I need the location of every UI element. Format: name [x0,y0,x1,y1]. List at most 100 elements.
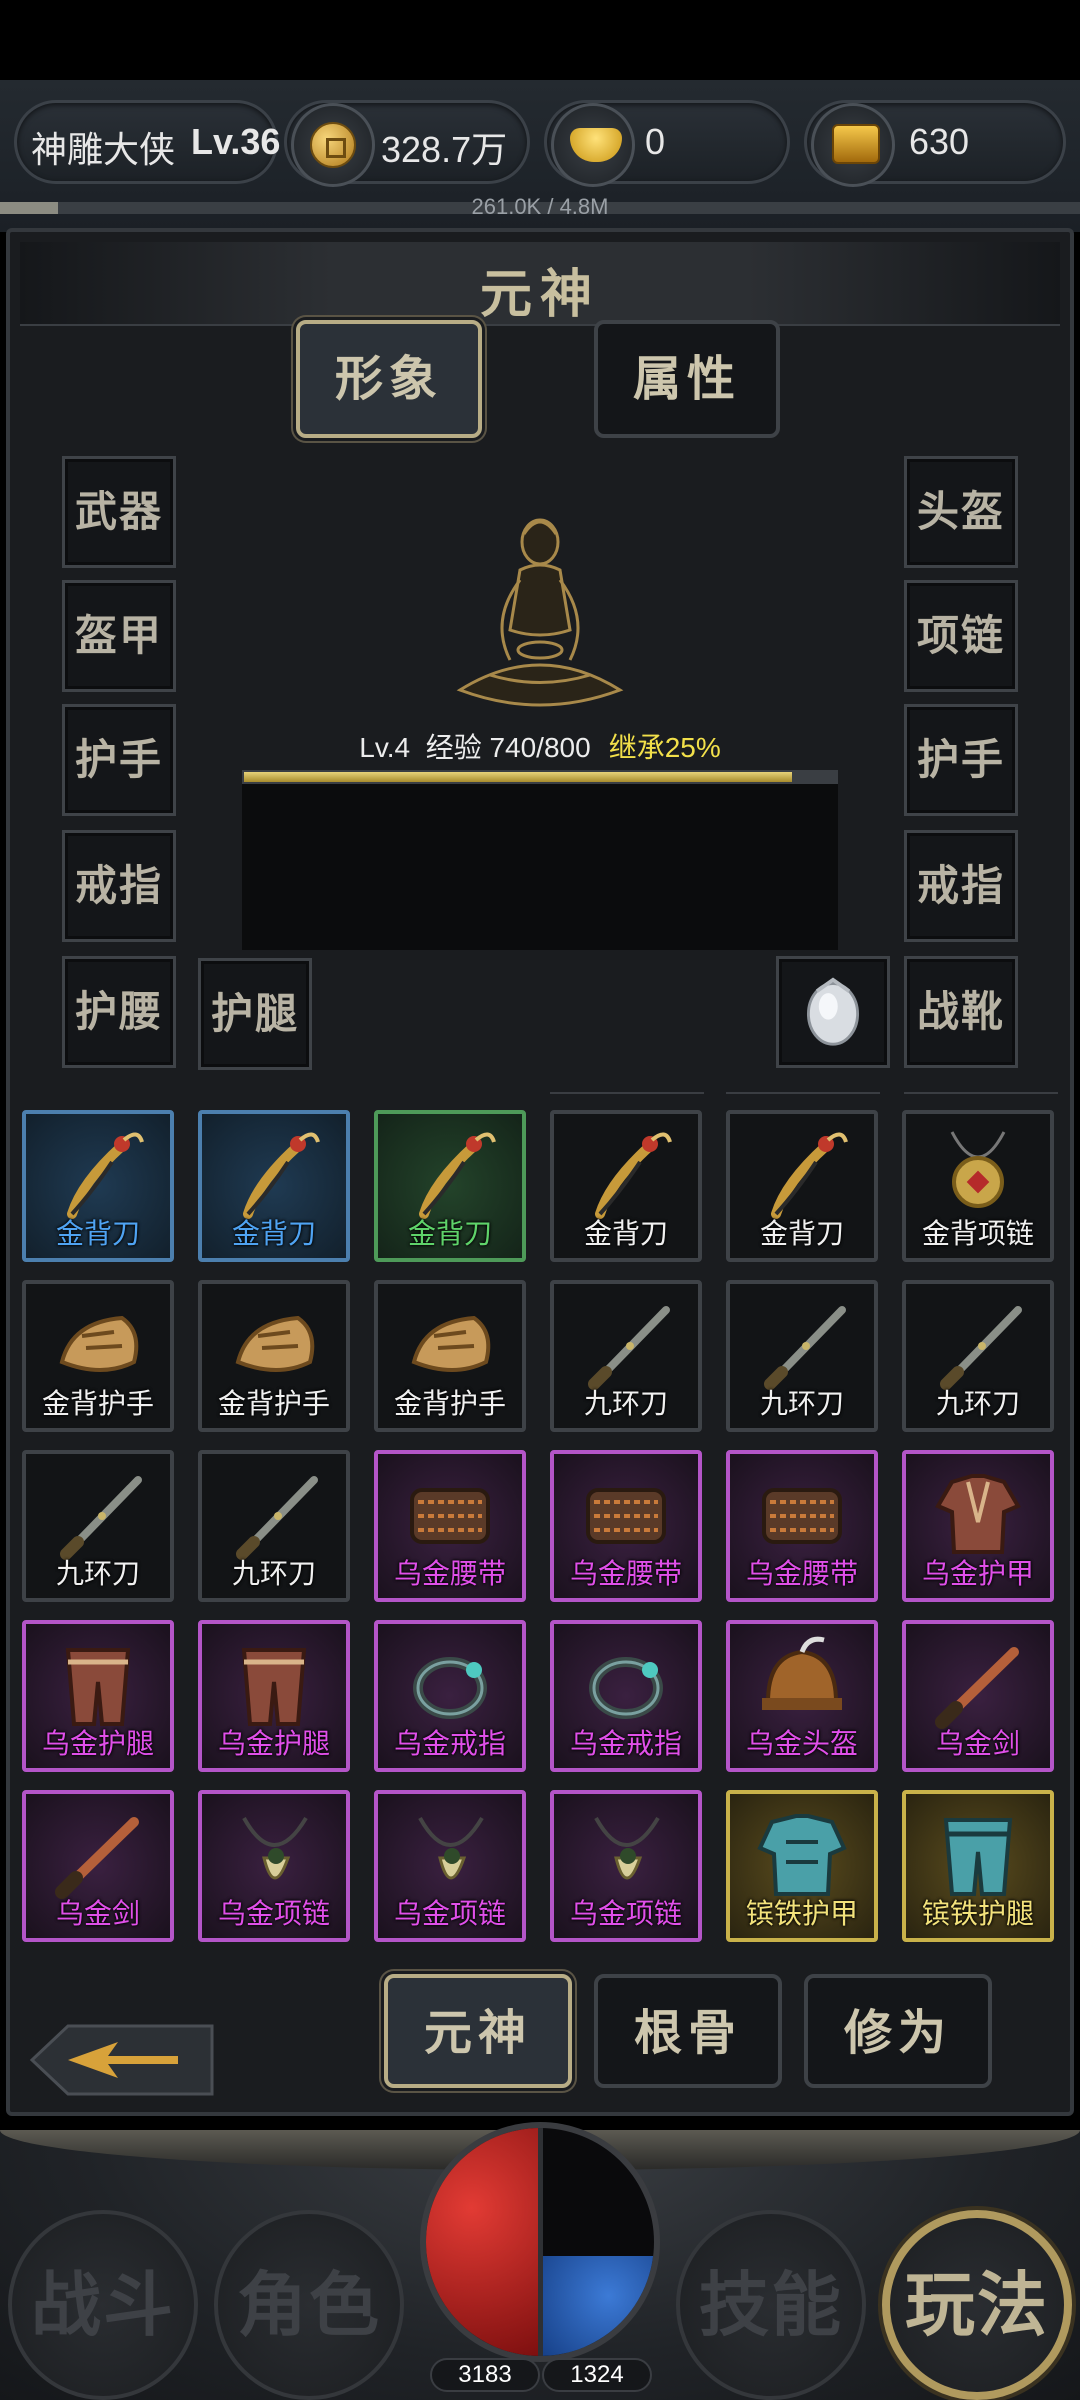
coin-amount: 328.7万 [381,129,508,170]
nav-skills[interactable]: 技能 [676,2210,866,2400]
inventory-item[interactable]: 乌金剑 [22,1790,174,1942]
inventory-item[interactable]: 金背护手 [22,1280,174,1432]
treasure-pill[interactable]: 630 [804,100,1066,187]
inventory-item-name: 金背刀 [583,1218,668,1249]
slot-armor-label: 盔甲 [74,611,163,660]
inventory-item[interactable]: 乌金腰带 [374,1450,526,1602]
slot-jade-pendant[interactable] [776,956,890,1068]
inventory-item[interactable]: 金背项链 [902,1110,1054,1262]
inventory-item-name: 金背刀 [759,1218,844,1249]
inventory-item[interactable]: 乌金项链 [198,1790,350,1942]
inventory-item[interactable]: 九环刀 [726,1280,878,1432]
spirit-exp: 经验 740/800 [425,732,591,763]
inventory-item-name: 九环刀 [935,1388,1020,1419]
inventory-item[interactable]: 乌金戒指 [374,1620,526,1772]
inventory-item-name: 乌金剑 [55,1898,140,1929]
belt-icon [586,1488,666,1544]
panel-title: 元神 [479,264,600,325]
inventory-item[interactable]: 镔铁护腿 [902,1790,1054,1942]
saber-icon [243,1132,320,1219]
subtab-bones-label: 根骨 [633,2005,742,2061]
player-info-pill[interactable]: 神雕大侠 Lv.36 [14,100,280,184]
nav-battle[interactable]: 战斗 [8,2210,198,2400]
slot-necklace[interactable]: 项链 [904,580,1018,692]
armor-icon [935,1474,1021,1554]
jade-pendant-icon [806,977,860,1046]
blade-icon [940,1306,1022,1390]
inventory-item[interactable]: 乌金剑 [902,1620,1054,1772]
slot-armor[interactable]: 盔甲 [62,580,176,692]
subtab-cultivation[interactable]: 修为 [804,1974,992,2088]
inventory-item[interactable]: 金背护手 [374,1280,526,1432]
inventory-item[interactable]: 乌金护腿 [198,1620,350,1772]
hp-value: 3183 [430,2358,540,2392]
nav-skills-label: 技能 [699,2263,843,2346]
inventory-item-name: 金背刀 [55,1218,140,1249]
inventory-item-name: 乌金项链 [569,1898,682,1929]
inventory-item[interactable]: 金背刀 [198,1110,350,1262]
hp-mp-orb [420,2122,660,2362]
orb-divider [538,2128,543,2356]
subtab-cultivation-label: 修为 [843,2005,952,2061]
inventory-item[interactable]: 九环刀 [22,1450,174,1602]
necklace-icon [950,1131,1006,1208]
inventory-item[interactable]: 金背刀 [726,1110,878,1262]
copper-coin-icon [291,103,375,187]
slot-boots[interactable]: 战靴 [904,956,1018,1068]
inventory-item-name: 金背护手 [217,1388,330,1419]
inventory-item-name: 乌金护甲 [921,1558,1034,1589]
subtab-spirit[interactable]: 元神 [384,1974,572,2088]
inventory-item[interactable]: 镔铁护甲 [726,1790,878,1942]
tab-appearance[interactable]: 形象 [296,320,482,438]
inventory-item[interactable]: 乌金腰带 [550,1450,702,1602]
inventory-item[interactable]: 九环刀 [550,1280,702,1432]
inventory-item[interactable]: 乌金项链 [374,1790,526,1942]
slot-gloves-right[interactable]: 护手 [904,704,1018,816]
belt-icon [762,1488,842,1544]
blade-icon [60,1476,142,1560]
belt-icon [410,1488,490,1544]
inventory-item[interactable]: 金背刀 [374,1110,526,1262]
inventory-item[interactable]: 乌金腰带 [726,1450,878,1602]
slot-belt-label: 护腰 [74,987,163,1036]
inventory-item[interactable]: 乌金头盔 [726,1620,878,1772]
slot-helmet[interactable]: 头盔 [904,456,1018,568]
slot-leggings-label: 护腿 [210,989,299,1038]
blade-icon [764,1306,846,1390]
subtab-bones[interactable]: 根骨 [594,1974,782,2088]
slot-belt[interactable]: 护腰 [62,956,176,1068]
inventory-item-name: 乌金戒指 [393,1728,506,1759]
back-arrow-icon[interactable] [28,2020,216,2100]
slot-ring-right[interactable]: 戒指 [904,830,1018,942]
nav-gameplay[interactable]: 玩法 [882,2210,1072,2400]
saber-icon [67,1132,144,1219]
inventory-item-name: 九环刀 [759,1388,844,1419]
slot-gloves-left[interactable]: 护手 [62,704,176,816]
inventory-item[interactable]: 乌金护腿 [22,1620,174,1772]
inventory-item-name: 镔铁护甲 [745,1898,858,1929]
inventory-item[interactable]: 乌金项链 [550,1790,702,1942]
inventory-item[interactable]: 乌金戒指 [550,1620,702,1772]
slot-helmet-label: 头盔 [916,487,1005,536]
inventory-item[interactable]: 乌金护甲 [902,1450,1054,1602]
slot-weapon[interactable]: 武器 [62,456,176,568]
slot-leggings[interactable]: 护腿 [198,958,312,1070]
fang-necklace-icon [418,1816,484,1880]
inventory-item[interactable]: 九环刀 [198,1450,350,1602]
tab-attributes[interactable]: 属性 [594,320,780,438]
gold-ingot-pill[interactable]: 0 [544,100,790,187]
slot-ring-left[interactable]: 戒指 [62,830,176,942]
steel-leggings-icon [943,1818,1013,1896]
subtab-spirit-label: 元神 [423,2005,532,2061]
nav-character[interactable]: 角色 [214,2210,404,2400]
inventory-item[interactable]: 九环刀 [902,1280,1054,1432]
coin-pill[interactable]: 328.7万 [284,100,530,187]
blade-icon [236,1476,318,1560]
inventory-item[interactable]: 金背护手 [198,1280,350,1432]
inventory-item-name: 乌金腰带 [745,1558,858,1589]
inventory-item-name: 乌金腰带 [569,1558,682,1589]
inventory-item[interactable]: 金背刀 [550,1110,702,1262]
inventory-item[interactable]: 金背刀 [22,1110,174,1262]
blade-icon [588,1306,670,1390]
gauntlet-icon [411,1315,491,1372]
